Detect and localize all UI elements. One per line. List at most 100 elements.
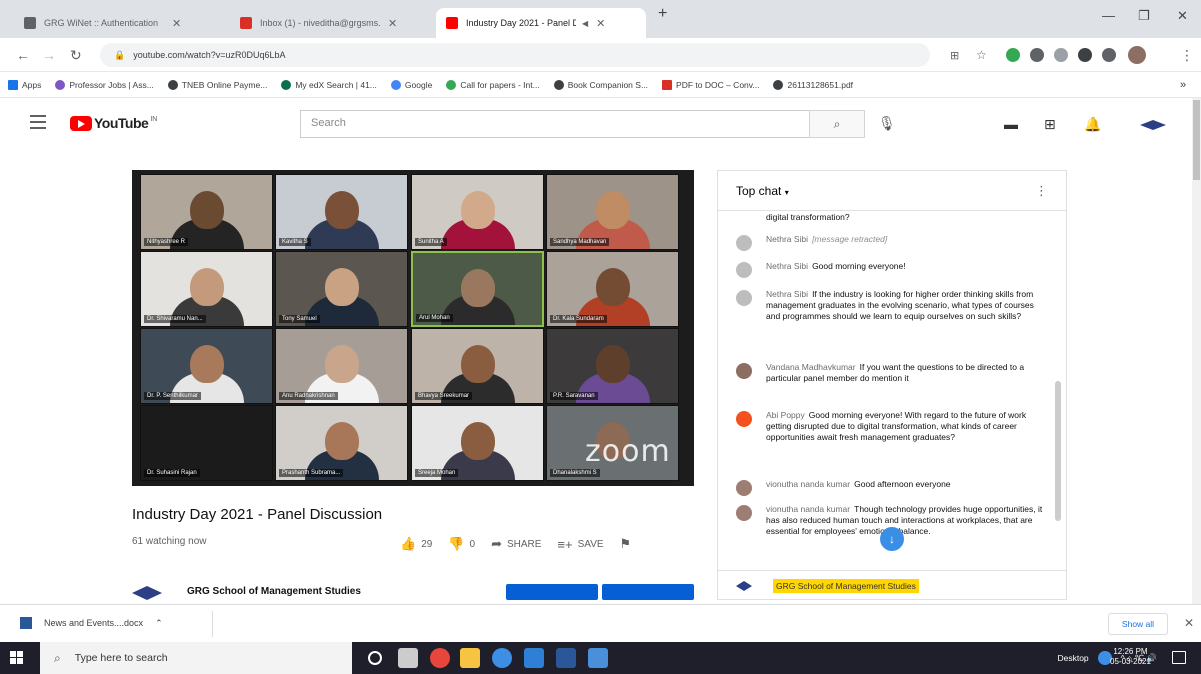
forward-arrow-icon[interactable]: → — [42, 47, 56, 63]
chat-avatar[interactable] — [736, 213, 752, 229]
address-bar[interactable]: 🔒 youtube.com/watch?v=uzR0DUq6LbA — [100, 43, 930, 67]
back-arrow-icon[interactable]: ← — [16, 47, 30, 63]
photos-icon[interactable] — [588, 648, 608, 668]
video-player[interactable]: Nithyashree R Kavitha S Sunitha A Sandhya M… — [132, 170, 694, 486]
chat-message[interactable]: Abi Poppy Good morning everyone! With reg… — [736, 410, 1048, 443]
reload-icon[interactable]: ↻ — [70, 47, 82, 64]
cortana-icon[interactable] — [368, 651, 382, 665]
minimize-window-icon[interactable]: — — [1102, 8, 1115, 23]
chat-author-name[interactable]: Nethra Sibi — [766, 234, 808, 244]
report-button[interactable]: ⚑ — [620, 536, 637, 552]
taskbar-clock[interactable]: 12:26 PM 05-03-2021 — [1110, 647, 1151, 667]
jump-to-bottom-button[interactable]: ↓ — [880, 527, 904, 551]
edge-icon[interactable] — [492, 648, 512, 668]
dislike-button[interactable]: 👎 0 — [448, 536, 475, 552]
action-center-icon[interactable] — [1172, 651, 1186, 664]
chat-message[interactable]: Nethra Sibi If the industry is looking fo… — [736, 289, 1048, 322]
audio-playing-icon[interactable]: ◀ — [582, 19, 588, 28]
close-shelf-icon[interactable]: ✕ — [1184, 616, 1194, 630]
chat-avatar[interactable] — [736, 290, 752, 306]
chrome-icon[interactable] — [430, 648, 450, 668]
bookmark-item[interactable]: PDF to DOC – Conv... — [662, 79, 759, 90]
bookmark-item[interactable]: Professor Jobs | Ass... — [55, 79, 154, 90]
search-button[interactable]: ⌕ — [809, 110, 865, 138]
word-icon[interactable] — [556, 648, 576, 668]
notifications-bell-icon[interactable]: 🔔 — [1084, 116, 1101, 133]
restore-window-icon[interactable]: ❐ — [1138, 8, 1150, 24]
taskbar-search-input[interactable]: ⌕ Type here to search — [40, 642, 352, 674]
profile-avatar[interactable] — [1128, 46, 1146, 64]
bookmark-star-icon[interactable]: ☆ — [976, 48, 987, 62]
downloaded-file[interactable]: News and Events....docx ⌃ — [20, 617, 163, 629]
bookmark-item[interactable]: My edX Search | 41... — [281, 79, 377, 90]
file-explorer-icon[interactable] — [460, 648, 480, 668]
tab-close-icon[interactable]: ✕ — [172, 17, 181, 30]
apps-grid-icon[interactable]: ⊞ — [1044, 116, 1056, 133]
chat-author-name[interactable]: Nethra Sibi — [766, 261, 808, 271]
search-input[interactable]: Search — [300, 110, 810, 138]
extension-icon[interactable] — [1030, 48, 1044, 62]
channel-logo[interactable] — [132, 586, 162, 600]
bookmark-apps[interactable]: Apps — [8, 79, 41, 90]
chat-avatar[interactable] — [736, 262, 752, 278]
save-button[interactable]: ≡+ SAVE — [557, 537, 603, 552]
chat-scrollbar[interactable] — [1055, 381, 1061, 521]
like-button[interactable]: 👍 29 — [400, 536, 432, 552]
share-button[interactable]: ➦ SHARE — [491, 536, 541, 552]
tab-close-icon[interactable]: ✕ — [388, 17, 397, 30]
tab-favicon-icon — [24, 17, 36, 29]
chat-avatar[interactable] — [736, 235, 752, 251]
tab-close-icon[interactable]: ✕ — [596, 17, 605, 30]
tab-grg-winet[interactable]: GRG WiNet :: Authentication ✕ — [14, 8, 229, 38]
new-tab-button[interactable]: + — [658, 5, 667, 23]
chat-avatar[interactable] — [736, 480, 752, 496]
bookmark-item[interactable]: 26113128651.pdf — [773, 79, 853, 90]
chat-more-options-icon[interactable]: ⋮ — [1035, 183, 1048, 199]
close-window-icon[interactable]: ✕ — [1177, 8, 1188, 24]
bookmark-item[interactable]: Book Companion S... — [553, 79, 648, 90]
chat-author-name[interactable]: Nethra Sibi — [766, 289, 808, 299]
extension-icon[interactable] — [1006, 48, 1020, 62]
browser-menu-icon[interactable]: ⋮ — [1180, 47, 1194, 64]
store-icon[interactable] — [524, 648, 544, 668]
tab-youtube-active[interactable]: Industry Day 2021 - Panel Discussion ◀ ✕ — [436, 8, 646, 38]
playlist-icon[interactable] — [1102, 48, 1116, 62]
bookmark-item[interactable]: TNEB Online Payme... — [167, 79, 267, 90]
chat-message[interactable]: vionutha nanda kumar Good afternoon every… — [736, 479, 1048, 496]
chat-message[interactable]: Nethra Sibi Good morning everyone! — [736, 261, 1048, 278]
chat-avatar[interactable] — [736, 363, 752, 379]
chat-message-list[interactable]: digital transformation? Nethra Sibi [messa… — [718, 212, 1066, 562]
desktop-toolbar[interactable]: Desktop — [1057, 653, 1088, 663]
more-bookmarks-icon[interactable]: » — [1180, 79, 1186, 91]
chat-author-name[interactable]: vionutha nanda kumar — [766, 479, 850, 489]
chat-author-name[interactable]: vionutha nanda kumar — [766, 504, 850, 514]
task-view-icon[interactable] — [398, 648, 418, 668]
join-button[interactable] — [506, 584, 598, 600]
chat-avatar[interactable] — [736, 411, 752, 427]
tab-inbox[interactable]: Inbox (1) - niveditha@grgsms.ac.in ✕ — [230, 8, 435, 38]
chat-author-name[interactable]: Vandana Madhavkumar — [766, 362, 856, 372]
chat-avatar[interactable] — [736, 505, 752, 521]
windows-start-icon[interactable] — [10, 651, 24, 665]
bookmark-item[interactable]: Google — [390, 79, 432, 90]
chat-message[interactable]: Vandana Madhavkumar If you want the quest… — [736, 362, 1048, 384]
channel-name[interactable]: GRG School of Management Studies — [187, 586, 361, 597]
bookmark-item[interactable]: Call for papers - Int... — [446, 79, 540, 90]
chat-author-name[interactable]: Abi Poppy — [766, 410, 805, 420]
account-avatar[interactable] — [1140, 120, 1166, 130]
participant-tile: Kavitha S — [275, 174, 408, 250]
page-scrollbar-thumb[interactable] — [1193, 100, 1200, 180]
mic-icon[interactable]: 🎙 — [878, 115, 896, 132]
subscribe-button[interactable] — [602, 584, 694, 600]
chevron-up-icon[interactable]: ⌃ — [155, 618, 163, 629]
show-all-button[interactable]: Show all — [1108, 613, 1168, 635]
youtube-logo[interactable]: YouTube IN — [70, 115, 157, 131]
extension-icon[interactable] — [1054, 48, 1068, 62]
chat-message[interactable]: digital transformation? — [736, 212, 1048, 229]
chat-message[interactable]: Nethra Sibi [message retracted] — [736, 234, 1048, 251]
extension-icon[interactable] — [1078, 48, 1092, 62]
menu-icon[interactable] — [30, 115, 46, 133]
translate-icon[interactable]: ⊞ — [950, 49, 959, 62]
create-video-icon[interactable]: ▬ — [1004, 116, 1018, 132]
top-chat-dropdown[interactable]: Top chat ▾ — [736, 184, 789, 198]
